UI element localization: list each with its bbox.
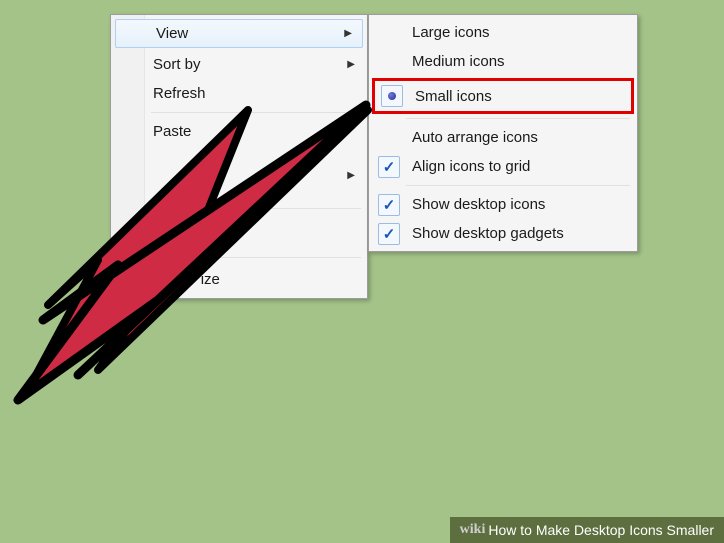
menu-item-personalize[interactable]: Pers ize <box>113 262 365 296</box>
menu-item-small-icons[interactable]: Small icons <box>372 78 634 114</box>
menu-item-label: Paste <box>153 123 191 140</box>
context-menu-main: View ▶ Sort by ▶ Refresh Paste ▶ tion Pe… <box>110 14 368 299</box>
menu-item-large-icons[interactable]: Large icons <box>372 18 634 47</box>
context-menu-view: Large icons Medium icons Small icons Aut… <box>368 14 638 252</box>
separator <box>151 112 361 113</box>
check-icon: ✓ <box>378 223 400 245</box>
menu-item-label: Show desktop icons <box>412 196 545 213</box>
separator <box>406 185 630 186</box>
menu-item-show-desktop-gadgets[interactable]: ✓ Show desktop gadgets <box>372 219 634 248</box>
menu-item-sort-by[interactable]: Sort by ▶ <box>113 50 365 79</box>
menu-item-view[interactable]: View ▶ <box>115 19 363 48</box>
menu-item-label: Show desktop gadgets <box>412 225 564 242</box>
menu-item-label: Small icons <box>415 88 492 105</box>
caption-bar: wiki How to Make Desktop Icons Smaller <box>450 517 724 543</box>
check-icon: ✓ <box>378 156 400 178</box>
caption-title: How to Make Desktop Icons Smaller <box>488 522 714 538</box>
menu-item-obscured[interactable]: ▶ <box>113 146 365 204</box>
separator <box>151 208 361 209</box>
menu-item-label: Auto arrange icons <box>412 129 538 146</box>
menu-item-paste[interactable]: Paste <box>113 117 365 146</box>
menu-item-label: Pers ize <box>149 271 220 288</box>
caption-prefix: wiki <box>460 522 486 538</box>
menu-item-label: Sort by <box>153 56 201 73</box>
menu-item-label: Large icons <box>412 24 490 41</box>
menu-item-show-desktop-icons[interactable]: ✓ Show desktop icons <box>372 190 634 219</box>
menu-item-refresh[interactable]: Refresh <box>113 79 365 108</box>
check-icon: ✓ <box>378 194 400 216</box>
menu-item-label: tion <box>153 225 177 242</box>
menu-item-label: Medium icons <box>412 53 505 70</box>
submenu-arrow-icon: ▶ <box>347 170 355 181</box>
personalize-icon <box>121 270 139 288</box>
separator <box>406 118 630 119</box>
submenu-arrow-icon: ▶ <box>347 59 355 70</box>
separator <box>151 257 361 258</box>
menu-item-medium-icons[interactable]: Medium icons <box>372 47 634 76</box>
menu-item-obscured-2[interactable]: tion <box>113 213 365 253</box>
menu-item-label: Align icons to grid <box>412 158 530 175</box>
menu-item-auto-arrange[interactable]: Auto arrange icons <box>372 123 634 152</box>
menu-item-label: View <box>156 25 188 42</box>
radio-selected-icon <box>381 85 403 107</box>
menu-item-align-grid[interactable]: ✓ Align icons to grid <box>372 152 634 181</box>
menu-item-label: Refresh <box>153 85 206 102</box>
submenu-arrow-icon: ▶ <box>344 28 352 39</box>
